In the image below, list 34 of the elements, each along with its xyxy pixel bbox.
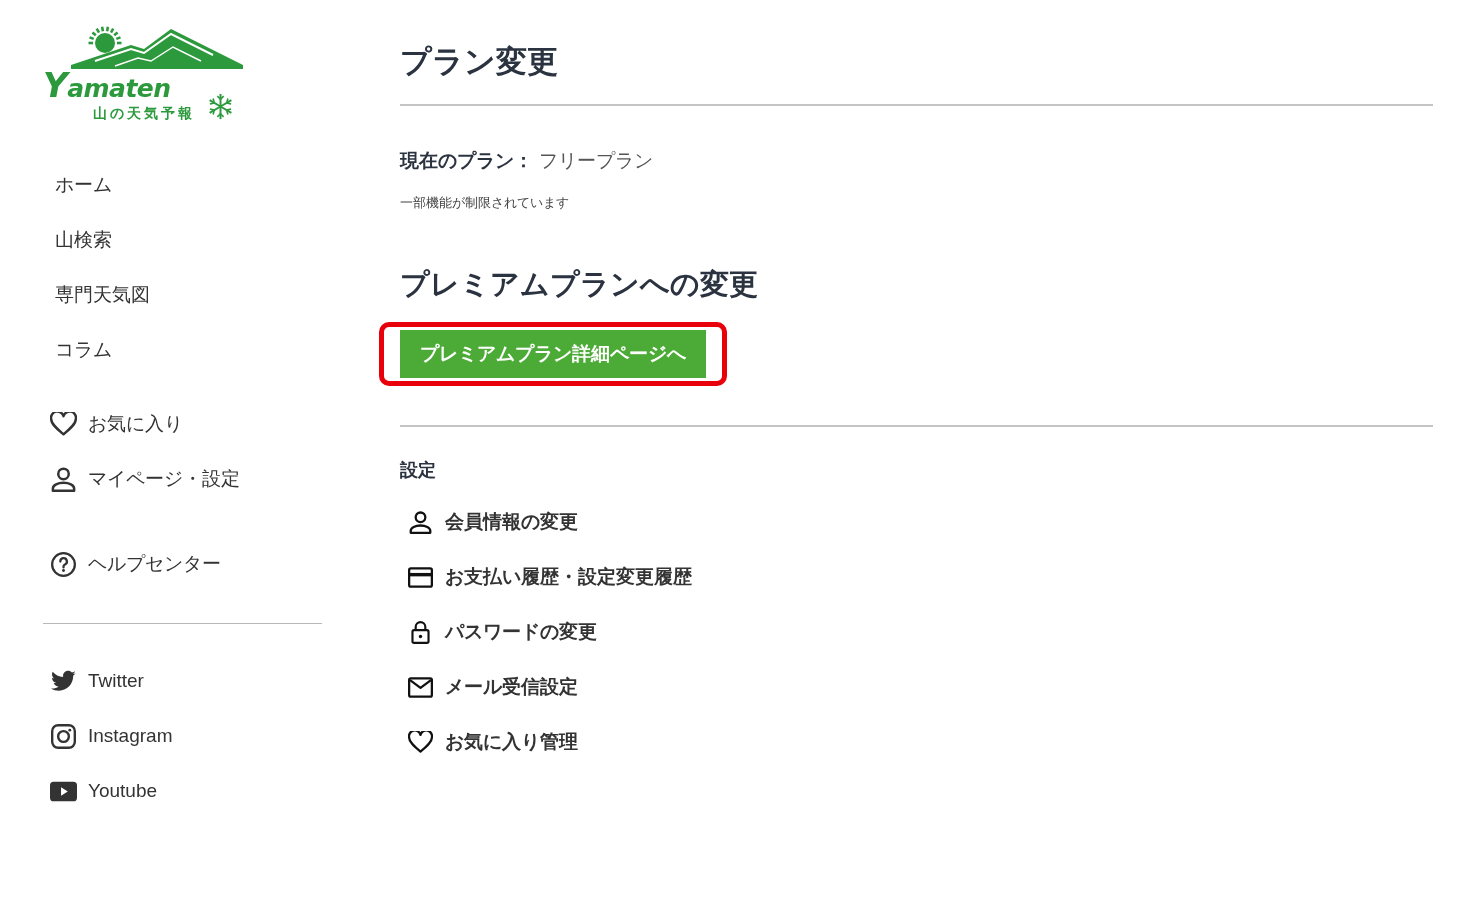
- section-heading: プレミアムプランへの変更: [400, 267, 758, 302]
- settings-link[interactable]: メール受信設定: [408, 673, 578, 701]
- settings-link[interactable]: 会員情報の変更: [408, 508, 578, 536]
- sidebar-link[interactable]: お気に入り: [50, 410, 183, 438]
- social-link[interactable]: Instagram: [50, 722, 173, 750]
- person-icon: [50, 466, 77, 492]
- person-icon: [408, 510, 433, 534]
- settings-link[interactable]: お支払い履歴・設定変更履歴: [408, 563, 692, 591]
- credit-card-icon: [408, 565, 433, 589]
- help-icon: [50, 551, 77, 577]
- current-plan-label: 現在のプラン：: [400, 149, 533, 173]
- sidebar-link[interactable]: マイページ・設定: [50, 465, 240, 493]
- current-plan-value: フリープラン: [539, 149, 653, 173]
- envelope-icon: [408, 675, 433, 699]
- logo-tagline: 山の天気予報: [93, 105, 195, 122]
- nav-link[interactable]: コラム: [55, 336, 112, 364]
- nav-link[interactable]: 山検索: [55, 226, 112, 254]
- bird-icon: [50, 668, 77, 694]
- settings-heading: 設定: [400, 459, 436, 482]
- help-center-link[interactable]: ヘルプセンター: [50, 550, 221, 578]
- settings-link[interactable]: パスワードの変更: [408, 618, 597, 646]
- camera-icon: [50, 723, 77, 749]
- snowflake-icon: [207, 93, 234, 120]
- page-title: プラン変更: [400, 43, 558, 81]
- heart-icon: [50, 411, 77, 437]
- heart-icon: [408, 730, 433, 754]
- plan-note: 一部機能が制限されています: [400, 194, 569, 212]
- social-link[interactable]: Twitter: [50, 667, 144, 695]
- nav-link[interactable]: ホーム: [55, 171, 112, 199]
- social-link[interactable]: Youtube: [50, 777, 158, 805]
- logo-wordmark: Yamaten: [43, 69, 171, 105]
- settings-link[interactable]: お気に入り管理: [408, 728, 578, 756]
- lock-icon: [408, 620, 433, 644]
- nav-link[interactable]: 専門天気図: [55, 281, 150, 309]
